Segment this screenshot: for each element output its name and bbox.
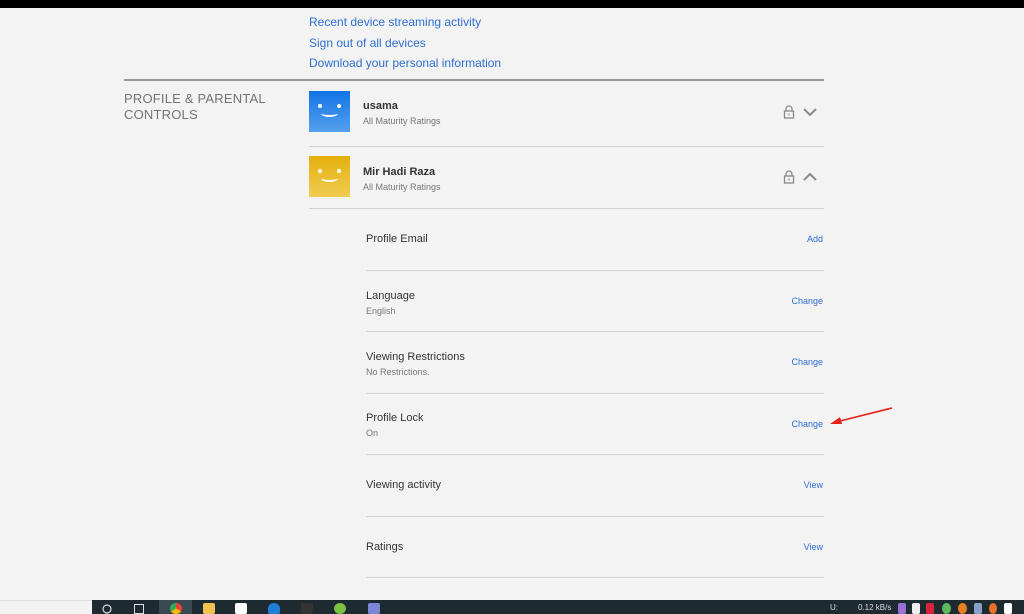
task-view-icon[interactable] (134, 604, 144, 614)
profile-maturity: All Maturity Ratings (363, 116, 441, 126)
network-speed: 0.12 kB/s (858, 603, 892, 612)
profile-name: usama (363, 100, 398, 112)
file-explorer-icon[interactable] (203, 603, 215, 614)
change-language-button[interactable]: Change (791, 296, 823, 306)
lock-icon (783, 105, 795, 119)
chevron-down-icon[interactable] (802, 107, 818, 117)
section-title: PROFILE & PARENTAL CONTROLS (124, 91, 266, 123)
row-divider (366, 393, 824, 394)
setting-label: Viewing activity (366, 479, 441, 491)
avatar-eye (318, 104, 322, 108)
avatar-smile (321, 175, 338, 182)
discord-icon[interactable] (368, 603, 380, 614)
avatar-eye (337, 169, 341, 173)
row-divider (366, 577, 824, 578)
avatar-smile (321, 110, 338, 117)
chrome-taskbar-button[interactable] (159, 600, 192, 614)
tray-icon[interactable] (926, 603, 934, 614)
utorrent-icon[interactable] (334, 603, 346, 614)
tray-utorrent-icon[interactable] (942, 603, 951, 614)
change-viewing-restrictions-button[interactable]: Change (791, 357, 823, 367)
windows-taskbar: U: 0.12 kB/s (92, 600, 1024, 614)
search-icon[interactable] (102, 604, 112, 614)
setting-label: Profile Email (366, 233, 428, 245)
desktop-area (0, 600, 92, 614)
row-divider (366, 270, 824, 271)
tray-icon[interactable] (1004, 603, 1012, 614)
app-icon[interactable] (301, 603, 313, 614)
view-viewing-activity-button[interactable]: View (804, 480, 823, 490)
tray-label: U: (830, 603, 838, 612)
setting-label: Profile Lock (366, 412, 424, 424)
section-divider (124, 79, 824, 81)
row-divider (366, 454, 824, 455)
profile-divider (309, 146, 824, 147)
setting-value: On (366, 428, 379, 438)
mail-icon[interactable] (268, 603, 280, 614)
tray-icon[interactable] (912, 603, 920, 614)
avatar-eye (337, 104, 341, 108)
store-icon[interactable] (235, 603, 247, 614)
avatar-eye (318, 169, 322, 173)
recent-device-streaming-link[interactable]: Recent device streaming activity (309, 15, 481, 29)
section-title-line2: CONTROLS (124, 107, 198, 122)
lock-icon (783, 170, 795, 184)
change-profile-lock-button[interactable]: Change (791, 419, 823, 429)
annotation-arrow (830, 407, 893, 424)
tray-icon[interactable] (898, 603, 906, 614)
download-personal-info-link[interactable]: Download your personal information (309, 56, 501, 70)
avatar (309, 156, 350, 197)
row-divider (366, 516, 824, 517)
view-ratings-button[interactable]: View (804, 542, 823, 552)
sign-out-all-devices-link[interactable]: Sign out of all devices (309, 36, 426, 50)
setting-label: Language (366, 290, 415, 302)
profile-name: Mir Hadi Raza (363, 166, 436, 178)
tray-icon[interactable] (974, 603, 982, 614)
chrome-icon (170, 603, 182, 614)
tray-icon[interactable] (989, 603, 997, 614)
setting-value: English (366, 306, 396, 316)
top-bar (0, 0, 1024, 8)
row-divider (366, 331, 824, 332)
avatar (309, 91, 350, 132)
add-profile-email-button[interactable]: Add (807, 234, 823, 244)
tray-icon[interactable] (958, 603, 967, 614)
section-title-line1: PROFILE & PARENTAL (124, 91, 266, 106)
profile-maturity: All Maturity Ratings (363, 182, 441, 192)
chevron-up-icon[interactable] (802, 172, 818, 182)
setting-label: Ratings (366, 541, 404, 553)
setting-label: Viewing Restrictions (366, 351, 465, 363)
setting-value: No Restrictions. (366, 367, 430, 377)
profile-divider (309, 208, 824, 209)
